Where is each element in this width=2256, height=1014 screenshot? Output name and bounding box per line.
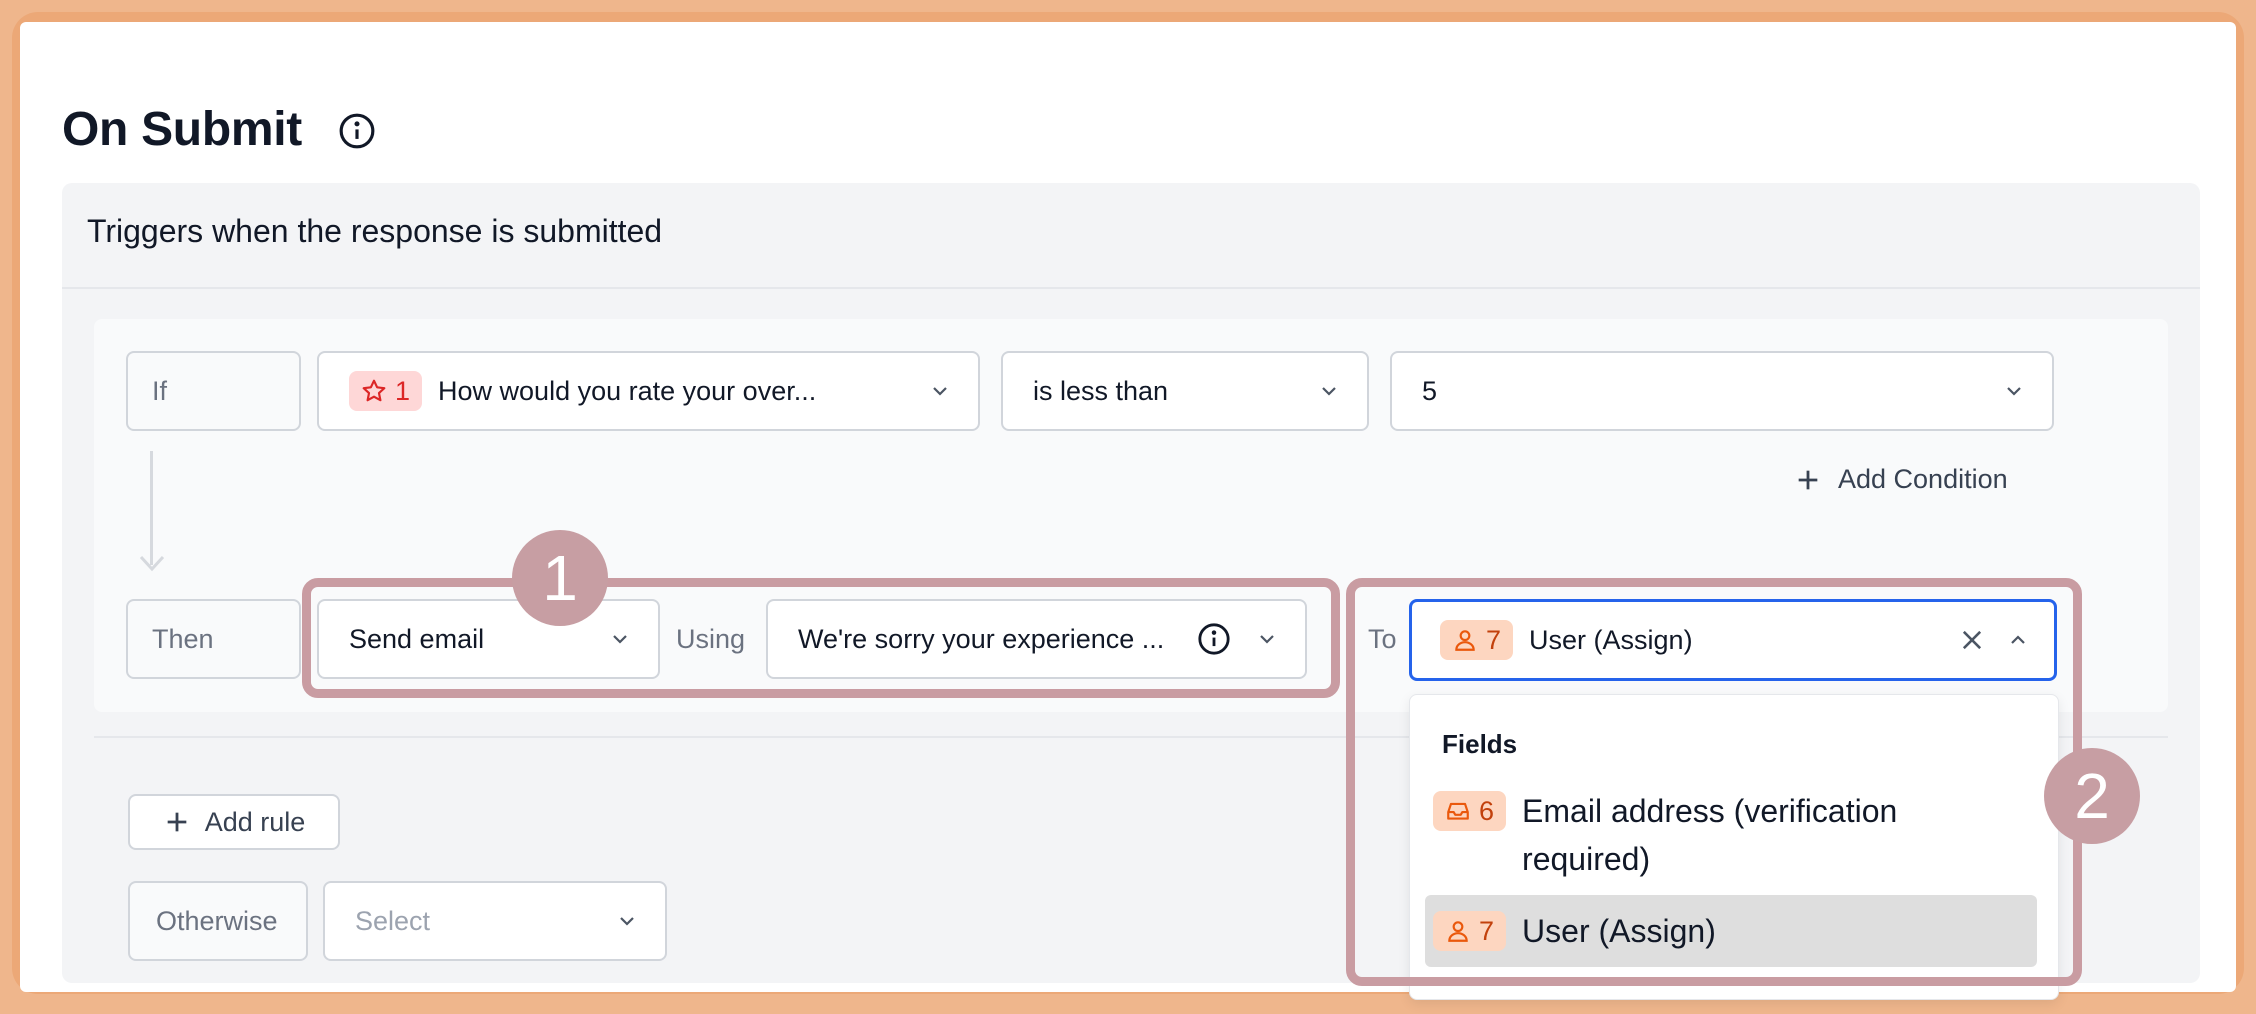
flow-connector-line bbox=[150, 451, 153, 565]
trigger-description: Triggers when the response is submitted bbox=[87, 213, 663, 249]
chevron-down-icon bbox=[1322, 387, 1336, 396]
condition-field-label: How would you rate your over... bbox=[438, 375, 817, 406]
panel-header: Triggers when the response is submitted bbox=[62, 183, 2200, 289]
if-label: If bbox=[126, 351, 301, 431]
chevron-down-icon bbox=[620, 917, 634, 926]
value-select[interactable]: 5 bbox=[1390, 351, 2054, 431]
question-badge: 1 bbox=[349, 371, 423, 411]
condition-value: 5 bbox=[1422, 375, 1438, 406]
star-icon bbox=[362, 379, 386, 402]
operator-value: is less than bbox=[1033, 375, 1169, 406]
operator-select[interactable]: is less than bbox=[1001, 351, 1369, 431]
otherwise-label: Otherwise bbox=[128, 881, 308, 961]
annotation-marker-2: 2 bbox=[2044, 748, 2140, 844]
page-title: On Submit bbox=[62, 103, 302, 156]
chevron-down-icon bbox=[933, 387, 947, 396]
then-label: Then bbox=[126, 599, 301, 679]
annotation-highlight-1 bbox=[302, 578, 1340, 698]
otherwise-placeholder: Select bbox=[355, 905, 431, 936]
annotation-highlight-2 bbox=[1346, 578, 2082, 986]
add-condition-button[interactable]: Add Condition bbox=[1794, 464, 2008, 495]
add-rule-button[interactable]: Add rule bbox=[128, 794, 340, 850]
plus-icon bbox=[1798, 470, 1818, 489]
chevron-down-icon bbox=[2007, 387, 2021, 396]
condition-field-select[interactable]: 1 How would you rate your over... bbox=[317, 351, 980, 431]
plus-icon bbox=[167, 812, 187, 832]
annotation-marker-1: 1 bbox=[512, 530, 608, 626]
info-icon[interactable] bbox=[338, 112, 376, 150]
otherwise-select[interactable]: Select bbox=[323, 881, 667, 961]
arrow-down-icon bbox=[139, 555, 165, 572]
